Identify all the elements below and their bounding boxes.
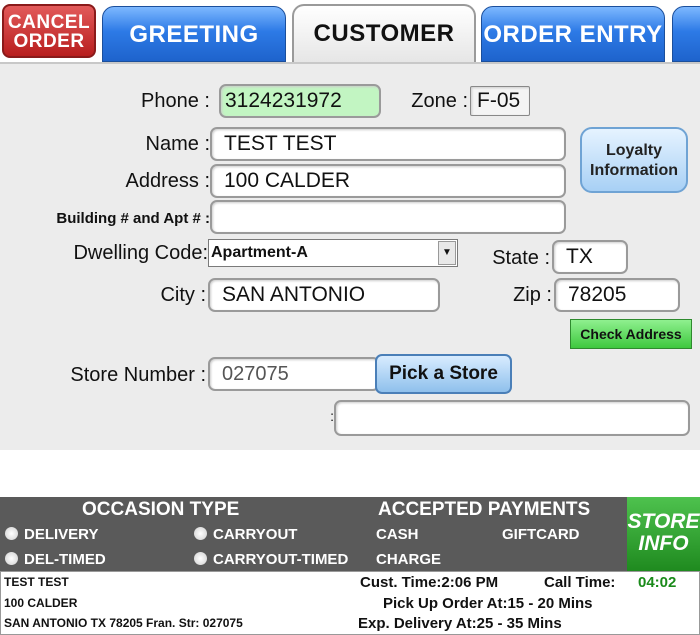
state-input[interactable]: TX	[552, 240, 628, 274]
zone-label: Zone :	[411, 90, 468, 112]
occasion-carryout-label: CARRYOUT	[213, 526, 298, 543]
address-input[interactable]: 100 CALDER	[210, 164, 566, 198]
address-label: Address :	[125, 170, 210, 192]
order-summary: TEST TEST 100 CALDER SAN ANTONIO TX 7820…	[0, 571, 700, 635]
occasion-carryout[interactable]: CARRYOUT	[194, 526, 297, 543]
payment-cash: CASH	[376, 526, 419, 543]
zip-input[interactable]: 78205	[554, 278, 680, 312]
city-label: City :	[160, 284, 206, 306]
store-info-line1: STORE	[627, 510, 700, 533]
tab-bar: CANCEL ORDER GREETING CUSTOMER ORDER ENT…	[0, 0, 700, 62]
payment-charge: CHARGE	[376, 551, 442, 568]
call-time-value: 04:02	[638, 574, 677, 591]
dwelling-code-label: Dwelling Code:	[73, 242, 208, 264]
city-input[interactable]: SAN ANTONIO	[208, 278, 440, 312]
loyalty-information-button[interactable]: Loyalty Information	[580, 127, 688, 193]
pick-a-store-button[interactable]: Pick a Store	[375, 354, 512, 394]
occasion-payment-header: OCCASION TYPE DELIVERY CARRYOUT DEL-TIME…	[0, 497, 627, 571]
radio-icon	[194, 527, 207, 540]
tab-customer[interactable]: CUSTOMER	[292, 4, 476, 62]
occasion-del-timed[interactable]: DEL-TIMED	[5, 551, 106, 568]
dwelling-code-select[interactable]: Apartment-A ▼	[208, 239, 458, 267]
dwelling-code-value: Apartment-A	[211, 244, 308, 261]
chevron-down-icon[interactable]: ▼	[438, 241, 456, 265]
check-address-button[interactable]: Check Address	[570, 319, 692, 349]
order-info-panel: OCCASION TYPE DELIVERY CARRYOUT DEL-TIME…	[0, 497, 700, 635]
summary-customer-address: 100 CALDER	[4, 596, 78, 610]
occasion-carryout-timed[interactable]: CARRYOUT-TIMED	[194, 551, 348, 568]
radio-icon	[5, 527, 18, 540]
store-info-button[interactable]: STORE INFO	[627, 497, 700, 571]
tab-overflow[interactable]	[672, 6, 700, 62]
occasion-delivery-label: DELIVERY	[24, 526, 99, 543]
tab-greeting[interactable]: GREETING	[102, 6, 286, 62]
cancel-order-label-line2: ORDER	[13, 31, 85, 52]
building-apt-label: Building # and Apt # :	[56, 210, 210, 227]
pickup-estimate: Pick Up Order At:15 - 20 Mins	[383, 595, 593, 612]
state-label: State :	[492, 247, 550, 269]
occasion-del-timed-label: DEL-TIMED	[24, 551, 106, 568]
loyalty-label-line1: Loyalty	[605, 142, 662, 159]
phone-input[interactable]: 3124231972	[219, 84, 381, 118]
accepted-payments-title: ACCEPTED PAYMENTS	[378, 499, 591, 520]
store-number-label: Store Number :	[70, 364, 206, 386]
occasion-carryout-timed-label: CARRYOUT-TIMED	[213, 551, 349, 568]
phone-label: Phone :	[141, 90, 210, 112]
payment-giftcard: GIFTCARD	[502, 526, 580, 543]
occasion-delivery[interactable]: DELIVERY	[5, 526, 98, 543]
customer-form: Phone : 3124231972 Zone : F-05 Name : TE…	[0, 62, 700, 450]
radio-icon	[194, 552, 207, 565]
store-number-input[interactable]: 027075	[208, 357, 380, 391]
building-apt-input[interactable]	[210, 200, 566, 234]
cancel-order-button[interactable]: CANCEL ORDER	[2, 4, 96, 58]
call-time-label: Call Time:	[544, 574, 616, 591]
occasion-type-title: OCCASION TYPE	[82, 499, 240, 520]
summary-city-store: SAN ANTONIO TX 78205 Fran. Str: 027075	[4, 616, 243, 630]
delivery-estimate: Exp. Delivery At:25 - 35 Mins	[358, 615, 562, 632]
store-info-line2: INFO	[638, 532, 689, 555]
summary-customer-name: TEST TEST	[4, 575, 69, 589]
extra-field-label: :	[330, 408, 334, 424]
radio-icon	[5, 552, 18, 565]
tab-order-entry[interactable]: ORDER ENTRY	[481, 6, 665, 62]
zip-label: Zip :	[513, 284, 552, 306]
loyalty-label-line2: Information	[590, 162, 678, 179]
zone-value: F-05	[470, 86, 530, 116]
name-input[interactable]: TEST TEST	[210, 127, 566, 161]
extra-input[interactable]	[334, 400, 690, 436]
customer-time: Cust. Time:2:06 PM	[360, 574, 499, 591]
cancel-order-label-line1: CANCEL	[7, 12, 91, 33]
name-label: Name :	[145, 133, 210, 155]
